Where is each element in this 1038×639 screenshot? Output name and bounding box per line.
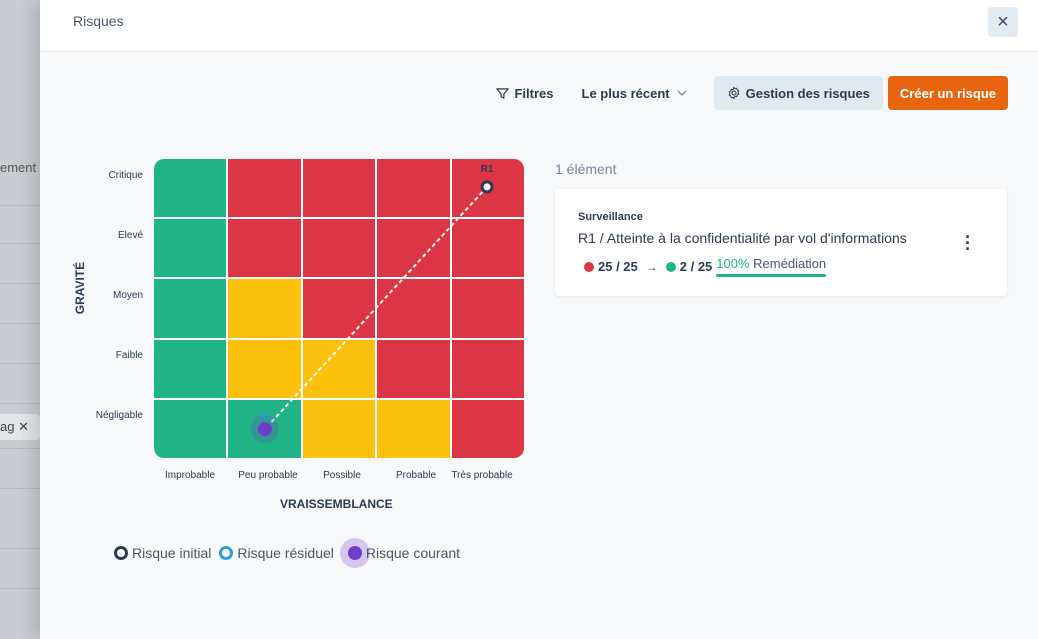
risk-card[interactable]: Surveillance R1 / Atteinte à la confiden… xyxy=(555,189,1007,296)
background-divider xyxy=(0,243,40,244)
create-risk-button[interactable]: Créer un risque xyxy=(887,76,1008,110)
matrix-cell[interactable] xyxy=(377,219,450,278)
close-icon: × xyxy=(997,10,1009,33)
manage-risks-button[interactable]: Gestion des risques xyxy=(713,76,883,110)
residual-risk-marker-icon xyxy=(219,546,234,560)
background-divider xyxy=(0,283,40,284)
matrix-cell[interactable] xyxy=(228,219,301,278)
background-text: ement xyxy=(0,160,37,175)
remediation-percent: 100% xyxy=(716,256,750,271)
create-risk-label: Créer un risque xyxy=(899,85,996,101)
matrix-cell[interactable] xyxy=(302,219,376,278)
drawer-title: Risques xyxy=(73,13,124,29)
filters-button[interactable]: Filtres xyxy=(496,85,554,101)
y-label: Faible xyxy=(115,350,143,361)
legend-residual: Risque résiduel xyxy=(219,545,334,561)
background-divider xyxy=(0,588,40,589)
initial-risk-marker-icon xyxy=(114,546,128,560)
matrix-cell[interactable] xyxy=(451,399,524,458)
y-axis-title: GRAVITÉ xyxy=(73,261,87,315)
matrix-cell[interactable] xyxy=(451,219,524,278)
background-divider xyxy=(0,488,40,489)
matrix-cell[interactable] xyxy=(302,279,376,338)
legend-current-label: Risque courant xyxy=(365,545,461,561)
x-label: Improbable xyxy=(164,470,216,481)
x-label: Très probable xyxy=(451,470,513,481)
toolbar: Filtres Le plus récent Gestion des risqu… xyxy=(468,76,1008,110)
drawer-header: Risques × xyxy=(40,0,1038,52)
legend-current: Risque courant xyxy=(339,538,461,568)
remediation-bar xyxy=(716,274,827,277)
matrix-cell[interactable] xyxy=(377,339,450,398)
matrix-cell[interactable] xyxy=(154,219,227,278)
x-axis-title: VRAISSEMBLANCE xyxy=(280,497,393,511)
background-divider xyxy=(0,323,40,324)
risk-matrix-grid xyxy=(154,159,524,458)
y-label: Moyen xyxy=(112,290,143,301)
filter-icon xyxy=(496,87,510,99)
risk-category: Surveillance xyxy=(578,211,643,223)
y-label: Elevé xyxy=(117,230,143,241)
sort-label: Le plus récent xyxy=(581,85,670,101)
chevron-down-icon xyxy=(677,90,687,96)
remediation-text: 100% Remédiation xyxy=(716,256,826,271)
matrix-cell[interactable] xyxy=(451,339,524,398)
background-tag[interactable]: ag ✕ xyxy=(0,414,40,440)
remediation-progress: 100% Remédiation xyxy=(716,256,827,277)
close-button[interactable]: × xyxy=(988,7,1018,37)
matrix-cell[interactable] xyxy=(302,159,376,218)
matrix-cell[interactable] xyxy=(377,159,450,218)
matrix-cell[interactable] xyxy=(302,399,376,458)
filters-label: Filtres xyxy=(514,85,554,101)
matrix-cell[interactable] xyxy=(377,399,450,458)
matrix-legend: Risque initial Risque résiduel Risque co… xyxy=(114,538,468,568)
remediation-label: Remédiation xyxy=(753,256,827,271)
current-score: 2 / 25 xyxy=(679,259,713,274)
matrix-cell[interactable] xyxy=(377,279,450,338)
y-label: Négligable xyxy=(95,410,143,421)
background-divider xyxy=(0,205,40,206)
risk-matrix xyxy=(154,159,524,458)
matrix-cell[interactable] xyxy=(154,159,227,218)
initial-score-dot xyxy=(584,261,594,272)
background-divider xyxy=(0,548,40,549)
risk-scores: 25 / 25 → 2 / 25 100% Remédiation xyxy=(584,256,827,277)
matrix-cell[interactable] xyxy=(228,159,301,218)
matrix-cell[interactable] xyxy=(302,339,376,398)
background-divider xyxy=(0,403,40,404)
legend-initial-label: Risque initial xyxy=(132,545,212,561)
arrow-right-icon: → xyxy=(645,259,658,274)
matrix-cell[interactable] xyxy=(228,339,301,398)
background-divider xyxy=(0,448,40,449)
results-count: 1 élément xyxy=(555,161,617,177)
manage-risks-label: Gestion des risques xyxy=(745,85,870,101)
matrix-cell[interactable] xyxy=(451,279,524,338)
background-divider xyxy=(0,363,40,364)
more-options-icon[interactable]: · · · xyxy=(965,228,971,258)
sort-dropdown[interactable]: Le plus récent xyxy=(582,86,688,101)
matrix-cell[interactable] xyxy=(228,399,301,458)
matrix-cell[interactable] xyxy=(154,279,227,338)
matrix-cell[interactable] xyxy=(228,279,301,338)
initial-score: 25 / 25 xyxy=(598,259,638,274)
matrix-cell[interactable] xyxy=(451,159,524,218)
gear-icon xyxy=(728,86,739,100)
current-score-dot xyxy=(665,261,676,272)
legend-residual-label: Risque résiduel xyxy=(237,545,334,561)
risks-drawer: Risques × Filtres Le plus récent Gestion… xyxy=(40,0,1038,639)
risk-title[interactable]: R1 / Atteinte à la confidentialité par v… xyxy=(578,230,907,246)
y-label: Critique xyxy=(108,170,143,181)
matrix-cell[interactable] xyxy=(154,339,227,398)
matrix-cell[interactable] xyxy=(154,399,227,458)
legend-initial: Risque initial xyxy=(114,545,211,561)
